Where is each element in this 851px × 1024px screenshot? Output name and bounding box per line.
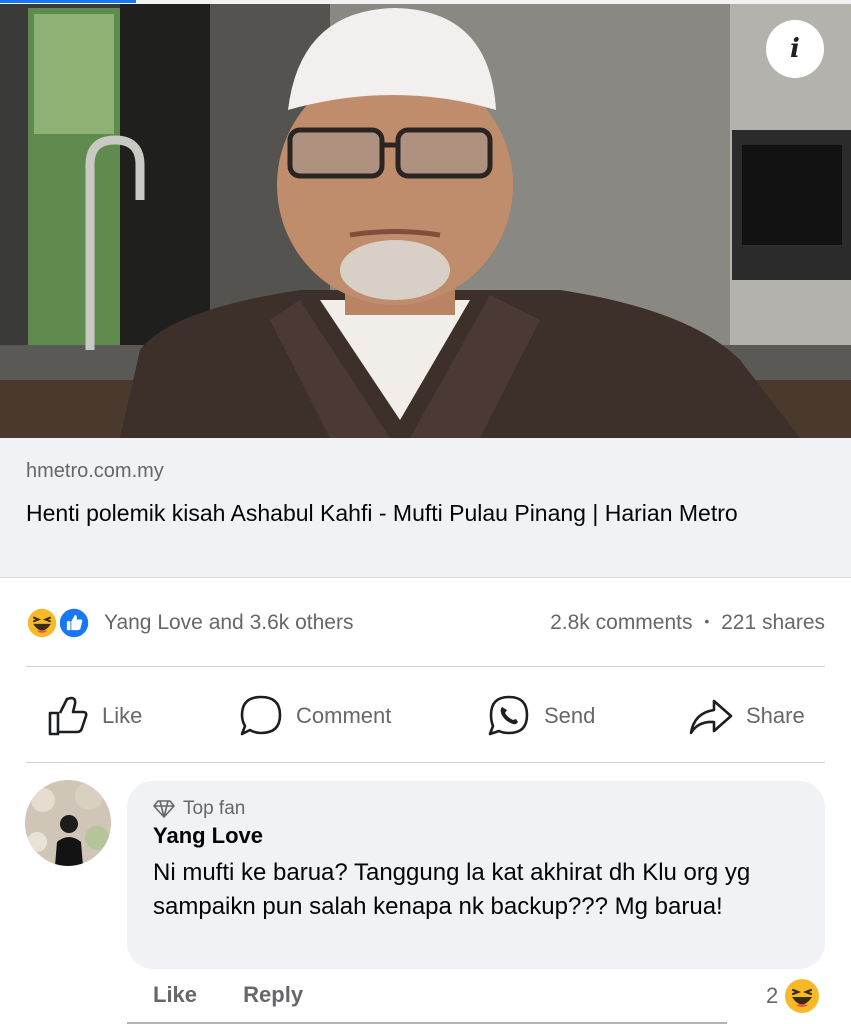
shares-count[interactable]: 221 shares: [721, 611, 825, 634]
like-label: Like: [102, 703, 143, 728]
info-icon[interactable]: i: [766, 20, 824, 78]
comment-reaction-count: 2: [766, 983, 779, 1008]
reaction-icons: [24, 605, 100, 641]
share-button[interactable]: Share: [688, 690, 805, 742]
comment-reply-button[interactable]: Reply: [243, 982, 303, 1007]
haha-reaction-icon: [785, 979, 820, 1013]
like-button[interactable]: Like: [46, 690, 142, 742]
divider: [26, 762, 825, 763]
reaction-names[interactable]: Yang Love and 3.6k others: [104, 611, 353, 635]
post-image[interactable]: i: [0, 0, 851, 438]
comment-label: Comment: [296, 703, 392, 728]
post-actions: Like Comment Send Share: [0, 690, 851, 742]
comment-like-button[interactable]: Like: [153, 982, 197, 1007]
next-comment-preview: [127, 1016, 807, 1024]
top-fan-badge: Top fan: [153, 798, 245, 820]
comment-text: Ni mufti ke barua? Tanggung la kat akhir…: [153, 859, 751, 920]
post-stats[interactable]: 2.8k comments • 221 shares: [550, 611, 825, 635]
comment-button[interactable]: Comment: [238, 690, 391, 742]
photo-man-in-kopiah: [0, 0, 851, 438]
comment-author[interactable]: Yang Love: [153, 823, 263, 849]
whatsapp-icon: [488, 695, 529, 736]
comment-actions: Like Reply: [153, 982, 343, 1008]
diamond-icon: [153, 800, 175, 818]
like-reaction-icon: [56, 605, 92, 641]
loading-bar: [0, 0, 851, 4]
reactions-summary[interactable]: Yang Love and 3.6k others 2.8k comments …: [24, 603, 825, 643]
link-domain: hmetro.com.my: [26, 460, 164, 482]
share-label: Share: [746, 703, 805, 728]
thumbs-up-icon: [48, 696, 88, 736]
speech-bubble-icon: [240, 695, 282, 736]
link-title[interactable]: Henti polemik kisah Ashabul Kahfi - Muft…: [26, 498, 796, 528]
badge-label: Top fan: [183, 798, 246, 819]
comment-reactions[interactable]: 2: [766, 978, 820, 1014]
haha-reaction-icon: [24, 605, 60, 641]
comments-count[interactable]: 2.8k comments: [550, 611, 692, 634]
share-arrow-icon: [689, 699, 733, 735]
send-label: Send: [544, 703, 596, 728]
divider: [26, 666, 825, 667]
stats-separator: •: [704, 613, 710, 629]
send-button[interactable]: Send: [486, 690, 595, 742]
avatar[interactable]: [25, 780, 111, 866]
